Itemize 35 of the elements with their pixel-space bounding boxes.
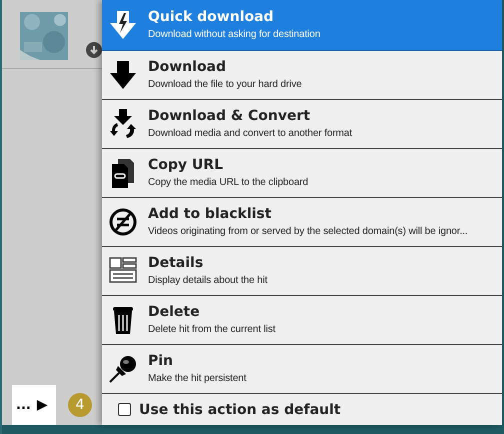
item-description: Display details about the hit	[148, 275, 268, 287]
checkbox-label: Use this action as default	[139, 402, 341, 418]
status-icon	[86, 42, 102, 58]
blocked-icon	[108, 207, 138, 237]
item-description: Download without asking for destination	[148, 29, 320, 41]
item-title: Add to blacklist	[148, 206, 272, 223]
item-title: Delete	[148, 304, 201, 321]
menu-item[interactable]: Delete Delete hit from the current list	[102, 296, 502, 345]
item-description: Copy the media URL to the clipboard	[148, 177, 308, 189]
menu-item[interactable]: Add to blacklist Videos originating from or served by the selected domain(s) will be ignor...	[102, 198, 502, 247]
item-description: Delete hit from the current list	[148, 324, 276, 336]
pin-icon	[108, 354, 138, 384]
download-icon	[108, 60, 138, 90]
item-title: Pin	[148, 353, 174, 370]
item-title: Quick download	[148, 9, 275, 26]
menu-item[interactable]: Quick download Download without asking for destination	[102, 0, 502, 51]
item-description: Download the file to your hard drive	[148, 79, 302, 91]
item-title: Download & Convert	[148, 108, 312, 125]
menu-item[interactable]: Download & Convert Download media and convert to another format	[102, 100, 502, 149]
checkbox[interactable]	[118, 403, 131, 416]
item-title: Copy URL	[148, 157, 224, 174]
menu-item[interactable]: Pin Make the hit persistent	[102, 345, 502, 394]
count-badge: 4	[68, 393, 92, 417]
menu-item[interactable]: Copy URL Copy the media URL to the clipboard	[102, 149, 502, 198]
lightning-arrow-icon	[108, 10, 138, 40]
item-description: Make the hit persistent	[148, 373, 246, 385]
more-button[interactable]: ... ▶	[12, 385, 56, 425]
item-description: Download media and convert to another format	[148, 128, 352, 140]
item-title: Details	[148, 255, 204, 272]
download-convert-icon	[108, 109, 138, 139]
item-title: Download	[148, 59, 228, 76]
item-description: Videos originating from or served by the selected domain(s) will be ignor...	[148, 226, 468, 238]
details-icon	[108, 256, 138, 286]
menu-item[interactable]: Details Display details about the hit	[102, 247, 502, 296]
menu-item[interactable]: Download Download the file to your hard drive	[102, 51, 502, 100]
